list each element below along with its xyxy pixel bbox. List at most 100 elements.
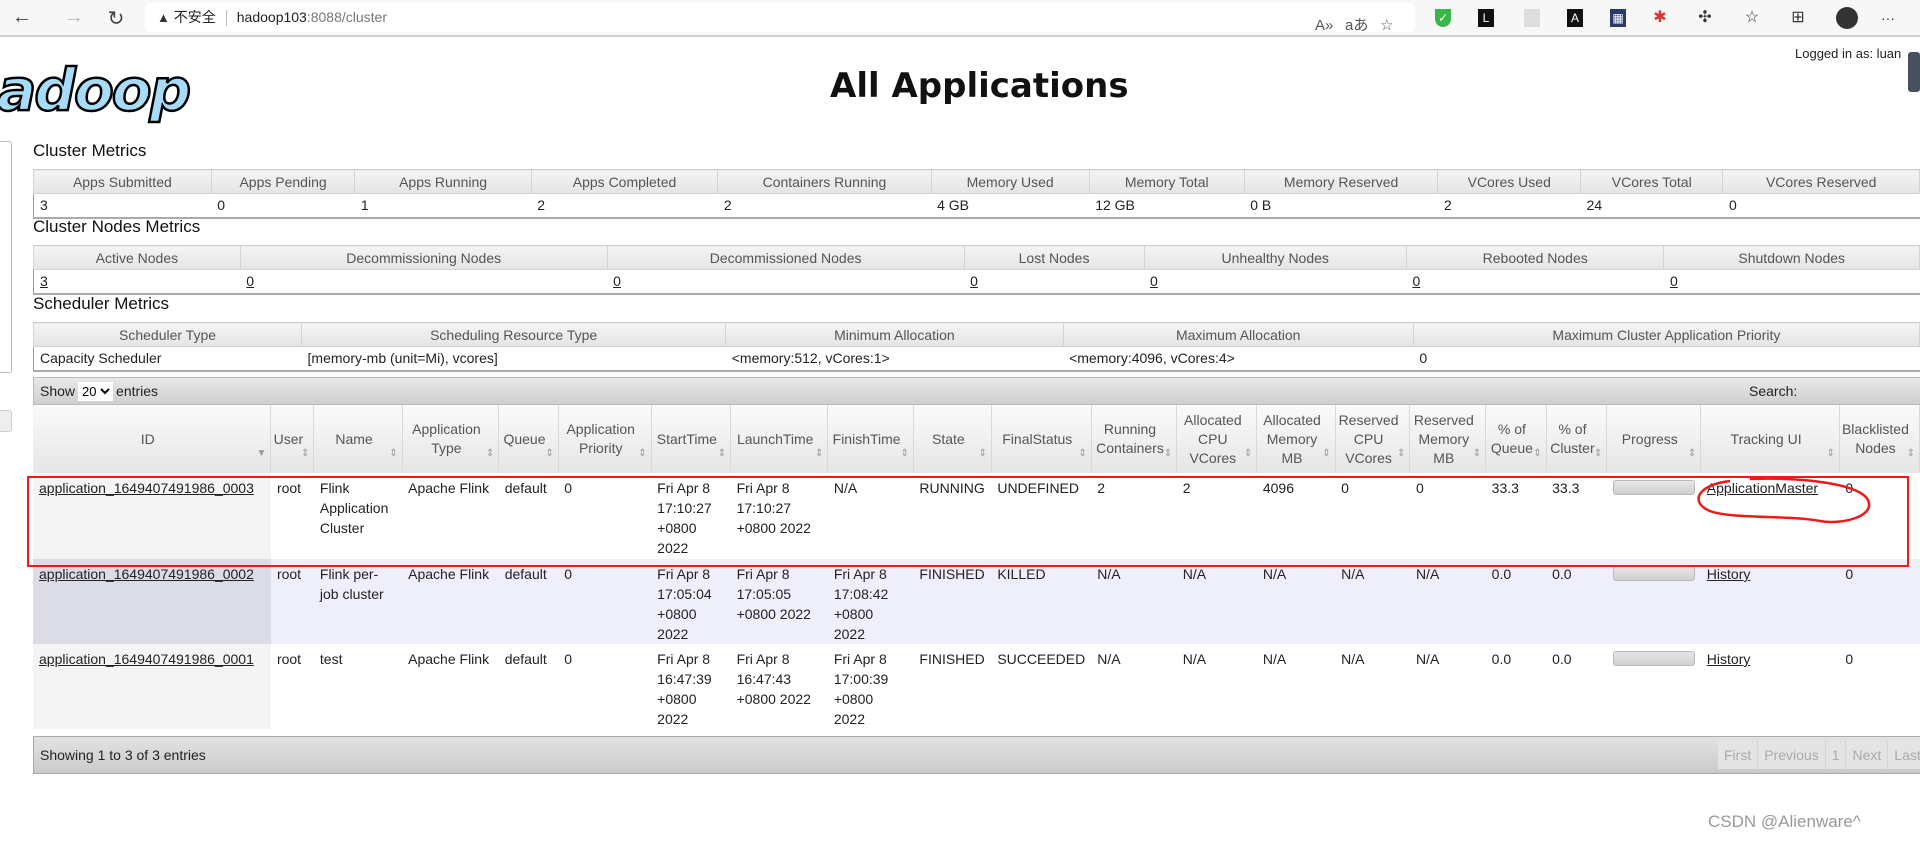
forward-icon[interactable]: → (62, 6, 86, 29)
sort-icon[interactable]: ⇕ (1688, 444, 1696, 463)
column-header-running-containers[interactable]: Running Containers ⇕ (1091, 405, 1178, 473)
sort-icon[interactable]: ⇕ (901, 444, 909, 463)
column-header-allocated-memory-mb[interactable]: Allocated Memory MB ⇕ (1256, 405, 1336, 473)
sort-icon[interactable]: ⇕ (301, 444, 309, 463)
column-header: Maximum Allocation (1062, 322, 1414, 347)
sort-icon[interactable]: ⇕ (545, 444, 553, 463)
extension-l-icon[interactable]: L (1478, 9, 1494, 27)
sort-icon[interactable]: ⇕ (1907, 444, 1915, 463)
metric-link[interactable]: 0 (970, 273, 978, 289)
address-bar[interactable]: ▲ 不安全 hadoop103:8088/cluster A» aあ ☆ (145, 3, 1415, 34)
cell-alloc-cpu: N/A (1176, 559, 1257, 644)
metric-cell: <memory:4096, vCores:4> (1063, 346, 1414, 372)
shield-extension-icon[interactable]: ✓ (1435, 9, 1451, 27)
column-header-name[interactable]: Name ⇕ (313, 405, 403, 473)
metric-link[interactable]: 0 (246, 273, 254, 289)
application-id-link[interactable]: application_1649407491986_0001 (39, 651, 254, 667)
table-row: application_1649407491986_0001 root test Ap… (33, 644, 1920, 729)
sort-icon[interactable]: ⇕ (1826, 444, 1834, 463)
metric-link[interactable]: 0 (1670, 273, 1678, 289)
column-header-state[interactable]: State ⇕ (913, 405, 992, 473)
extensions-puzzle-icon[interactable]: ✣ (1697, 9, 1713, 27)
column-label: % of Cluster (1550, 421, 1595, 456)
cell-progress (1606, 473, 1701, 559)
sidebar-button[interactable] (0, 410, 12, 432)
column-header-application-type[interactable]: Application Type ⇕ (402, 405, 500, 473)
favorites-icon[interactable]: ☆ (1744, 9, 1760, 27)
metric-link[interactable]: 3 (40, 273, 48, 289)
pager-first[interactable]: First (1718, 741, 1759, 769)
sort-icon[interactable]: ⇕ (815, 444, 823, 463)
sort-icon[interactable]: ⇕ (1078, 444, 1086, 463)
value-row: Capacity Scheduler [memory-mb (unit=Mi), … (32, 346, 1920, 372)
column-header-tracking-ui[interactable]: Tracking UI ⇕ (1700, 405, 1840, 473)
column-header-reserved-memory-mb[interactable]: Reserved Memory MB ⇕ (1409, 405, 1487, 473)
page-title: All Applications (830, 66, 1129, 106)
favorite-add-icon[interactable]: ☆ (1380, 11, 1393, 40)
sort-icon[interactable]: ⇕ (1322, 444, 1330, 463)
cell-state: FINISHED (913, 644, 992, 729)
column-header-progress[interactable]: Progress ⇕ (1606, 405, 1702, 473)
sort-desc-icon[interactable]: ▼ (257, 444, 267, 463)
column-header: VCores Total (1580, 169, 1724, 194)
scrollbar[interactable] (1908, 52, 1920, 92)
read-aloud-icon[interactable]: A» (1315, 11, 1333, 40)
translate-icon[interactable]: aあ (1345, 11, 1368, 40)
pager-1[interactable]: 1 (1825, 741, 1847, 769)
cell-name: Flink Application Cluster (313, 473, 403, 559)
column-header-finalstatus[interactable]: FinalStatus ⇕ (991, 405, 1092, 473)
more-icon[interactable]: ··· (1880, 9, 1896, 27)
sort-icon[interactable]: ⇕ (486, 444, 494, 463)
sort-icon[interactable]: ⇕ (1594, 444, 1602, 463)
pager-next[interactable]: Next (1846, 741, 1889, 769)
extension-grid-icon[interactable]: ▦ (1610, 9, 1626, 27)
tracking-ui-link[interactable]: History (1707, 566, 1751, 582)
application-id-link[interactable]: application_1649407491986_0003 (39, 480, 254, 496)
column-header-id[interactable]: ID ▼ (33, 405, 272, 473)
column-header-allocated-cpu-vcores[interactable]: Allocated CPU VCores ⇕ (1176, 405, 1258, 473)
cell-blacklisted: 0 (1839, 559, 1920, 644)
column-header-blacklisted-nodes[interactable]: Blacklisted Nodes ⇕ (1839, 405, 1920, 473)
hadoop-logo[interactable]: hadoop (0, 55, 192, 126)
page-size-select[interactable]: 20 (78, 382, 114, 401)
sort-icon[interactable]: ⇕ (1533, 444, 1541, 463)
application-id-link[interactable]: application_1649407491986_0002 (39, 566, 254, 582)
tracking-ui-link[interactable]: ApplicationMaster (1707, 480, 1818, 496)
column-header-queue[interactable]: Queue ⇕ (498, 405, 559, 473)
reload-icon[interactable]: ↻ (104, 6, 128, 31)
cell-res-mem: 0 (1409, 473, 1486, 559)
cell-pct-cluster: 33.3 (1546, 473, 1607, 559)
sort-icon[interactable]: ⇕ (1473, 444, 1481, 463)
sort-icon[interactable]: ⇕ (1164, 444, 1172, 463)
sort-icon[interactable]: ⇕ (1244, 444, 1252, 463)
metric-link[interactable]: 0 (613, 273, 621, 289)
sort-icon[interactable]: ⇕ (718, 444, 726, 463)
column-header--of-queue[interactable]: % of Queue ⇕ (1485, 405, 1547, 473)
column-header: Active Nodes (33, 245, 241, 270)
sort-icon[interactable]: ⇕ (1397, 444, 1405, 463)
pager-previous[interactable]: Previous (1758, 741, 1826, 769)
avatar[interactable] (1836, 7, 1858, 29)
tracking-ui-link[interactable]: History (1707, 651, 1751, 667)
extension-folder-icon[interactable] (1524, 9, 1540, 27)
collections-icon[interactable]: ⊞ (1790, 9, 1806, 27)
cell-priority: 0 (558, 473, 652, 559)
column-header-application-priority[interactable]: Application Priority ⇕ (558, 405, 652, 473)
extension-star-icon[interactable]: ✱ (1652, 9, 1668, 27)
back-icon[interactable]: ← (10, 6, 34, 29)
sort-icon[interactable]: ⇕ (978, 444, 986, 463)
column-header-finishtime[interactable]: FinishTime ⇕ (827, 405, 914, 473)
metric-cell: 0 (211, 193, 355, 219)
column-header-starttime[interactable]: StartTime ⇕ (651, 405, 732, 473)
column-header-reserved-cpu-vcores[interactable]: Reserved CPU VCores ⇕ (1335, 405, 1411, 473)
pager-last[interactable]: Last (1888, 741, 1920, 769)
sort-icon[interactable]: ⇕ (638, 444, 646, 463)
extension-a-icon[interactable]: A (1567, 9, 1583, 27)
cell-queue: default (498, 559, 559, 644)
metric-link[interactable]: 0 (1150, 273, 1158, 289)
sort-icon[interactable]: ⇕ (389, 444, 397, 463)
column-header--of-cluster[interactable]: % of Cluster ⇕ (1546, 405, 1608, 473)
column-header-user[interactable]: User ⇕ (270, 405, 315, 473)
column-header-launchtime[interactable]: LaunchTime ⇕ (730, 405, 829, 473)
metric-link[interactable]: 0 (1412, 273, 1420, 289)
